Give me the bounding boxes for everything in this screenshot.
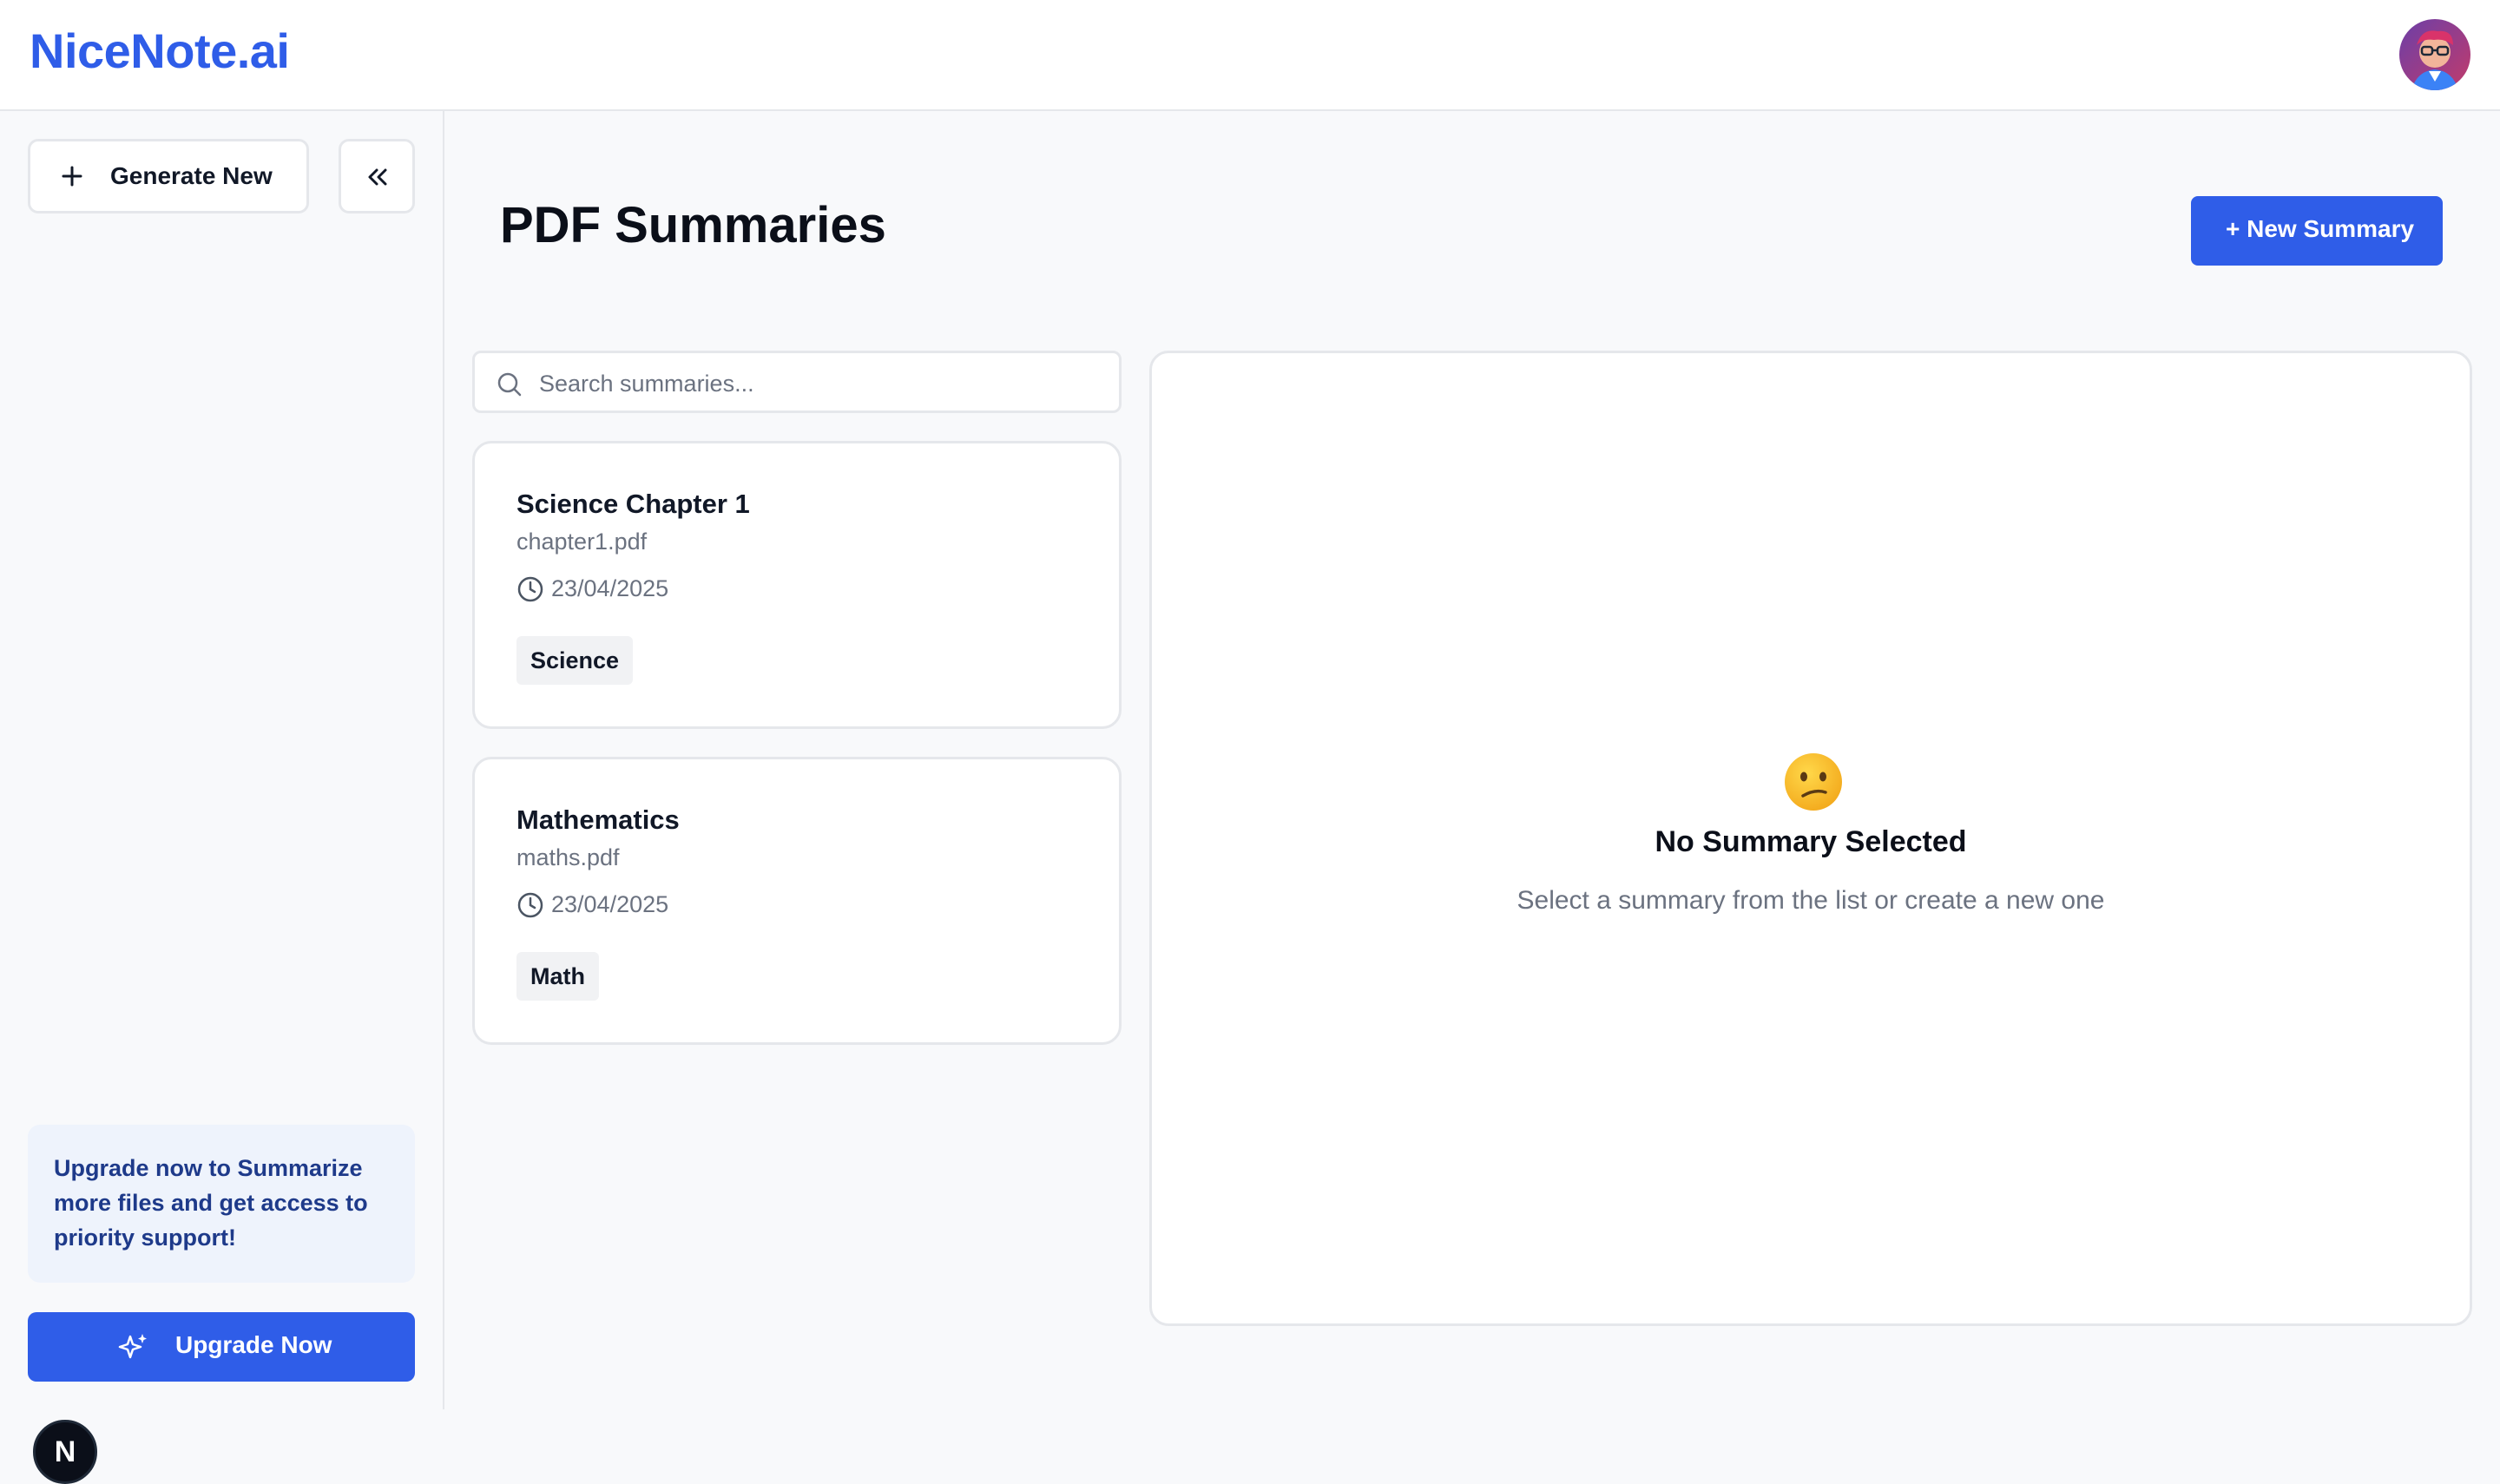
empty-state-subtitle: Select a summary from the list or create… [1516, 886, 2105, 915]
card-filename: chapter1.pdf [516, 529, 648, 555]
empty-state-title: No Summary Selected [1655, 825, 1967, 858]
summary-card[interactable]: Mathematics maths.pdf 23/04/2025 Math [472, 757, 1122, 1045]
search-input[interactable] [537, 364, 1105, 404]
card-filename: maths.pdf [516, 844, 620, 870]
n-badge[interactable]: N [33, 1420, 97, 1484]
new-summary-label: + New Summary [2226, 215, 2415, 242]
brand-logo[interactable]: NiceNote.ai [30, 23, 290, 79]
avatar-image [2399, 19, 2470, 90]
summary-card[interactable]: Science Chapter 1 chapter1.pdf 23/04/202… [472, 441, 1122, 729]
card-title: Mathematics [516, 804, 680, 835]
card-tag: Math [516, 952, 599, 1001]
generate-new-label: Generate New [110, 162, 273, 189]
page-title: PDF Summaries [500, 197, 886, 253]
upgrade-promo-card: Upgrade now to Summarize more files and … [28, 1125, 415, 1283]
card-tag: Science [516, 636, 634, 685]
plus-icon [62, 166, 82, 187]
chevrons-left-icon [368, 168, 387, 186]
collapse-sidebar-button[interactable] [339, 139, 415, 213]
generate-new-button[interactable]: Generate New [28, 139, 309, 213]
top-bar: NiceNote.ai [0, 0, 2500, 111]
clock-icon [517, 576, 543, 602]
card-title: Science Chapter 1 [516, 489, 750, 519]
sparkles-icon [118, 1334, 147, 1359]
clock-icon [517, 892, 543, 918]
summary-detail-panel: No Summary Selected Select a summary fro… [1149, 351, 2472, 1326]
search-box[interactable] [472, 351, 1122, 413]
sidebar: Generate New Upgrade now to Summarize mo… [0, 111, 444, 1484]
upgrade-promo-text: Upgrade now to Summarize more files and … [54, 1155, 368, 1251]
search-icon [497, 372, 522, 397]
upgrade-now-label: Upgrade Now [175, 1331, 332, 1358]
new-summary-button[interactable]: + New Summary [2191, 196, 2443, 266]
confused-face-icon [1785, 753, 1842, 811]
card-date: 23/04/2025 [551, 575, 669, 601]
card-date: 23/04/2025 [551, 891, 669, 917]
upgrade-now-button[interactable]: Upgrade Now [28, 1312, 415, 1382]
user-avatar[interactable] [2399, 19, 2470, 90]
